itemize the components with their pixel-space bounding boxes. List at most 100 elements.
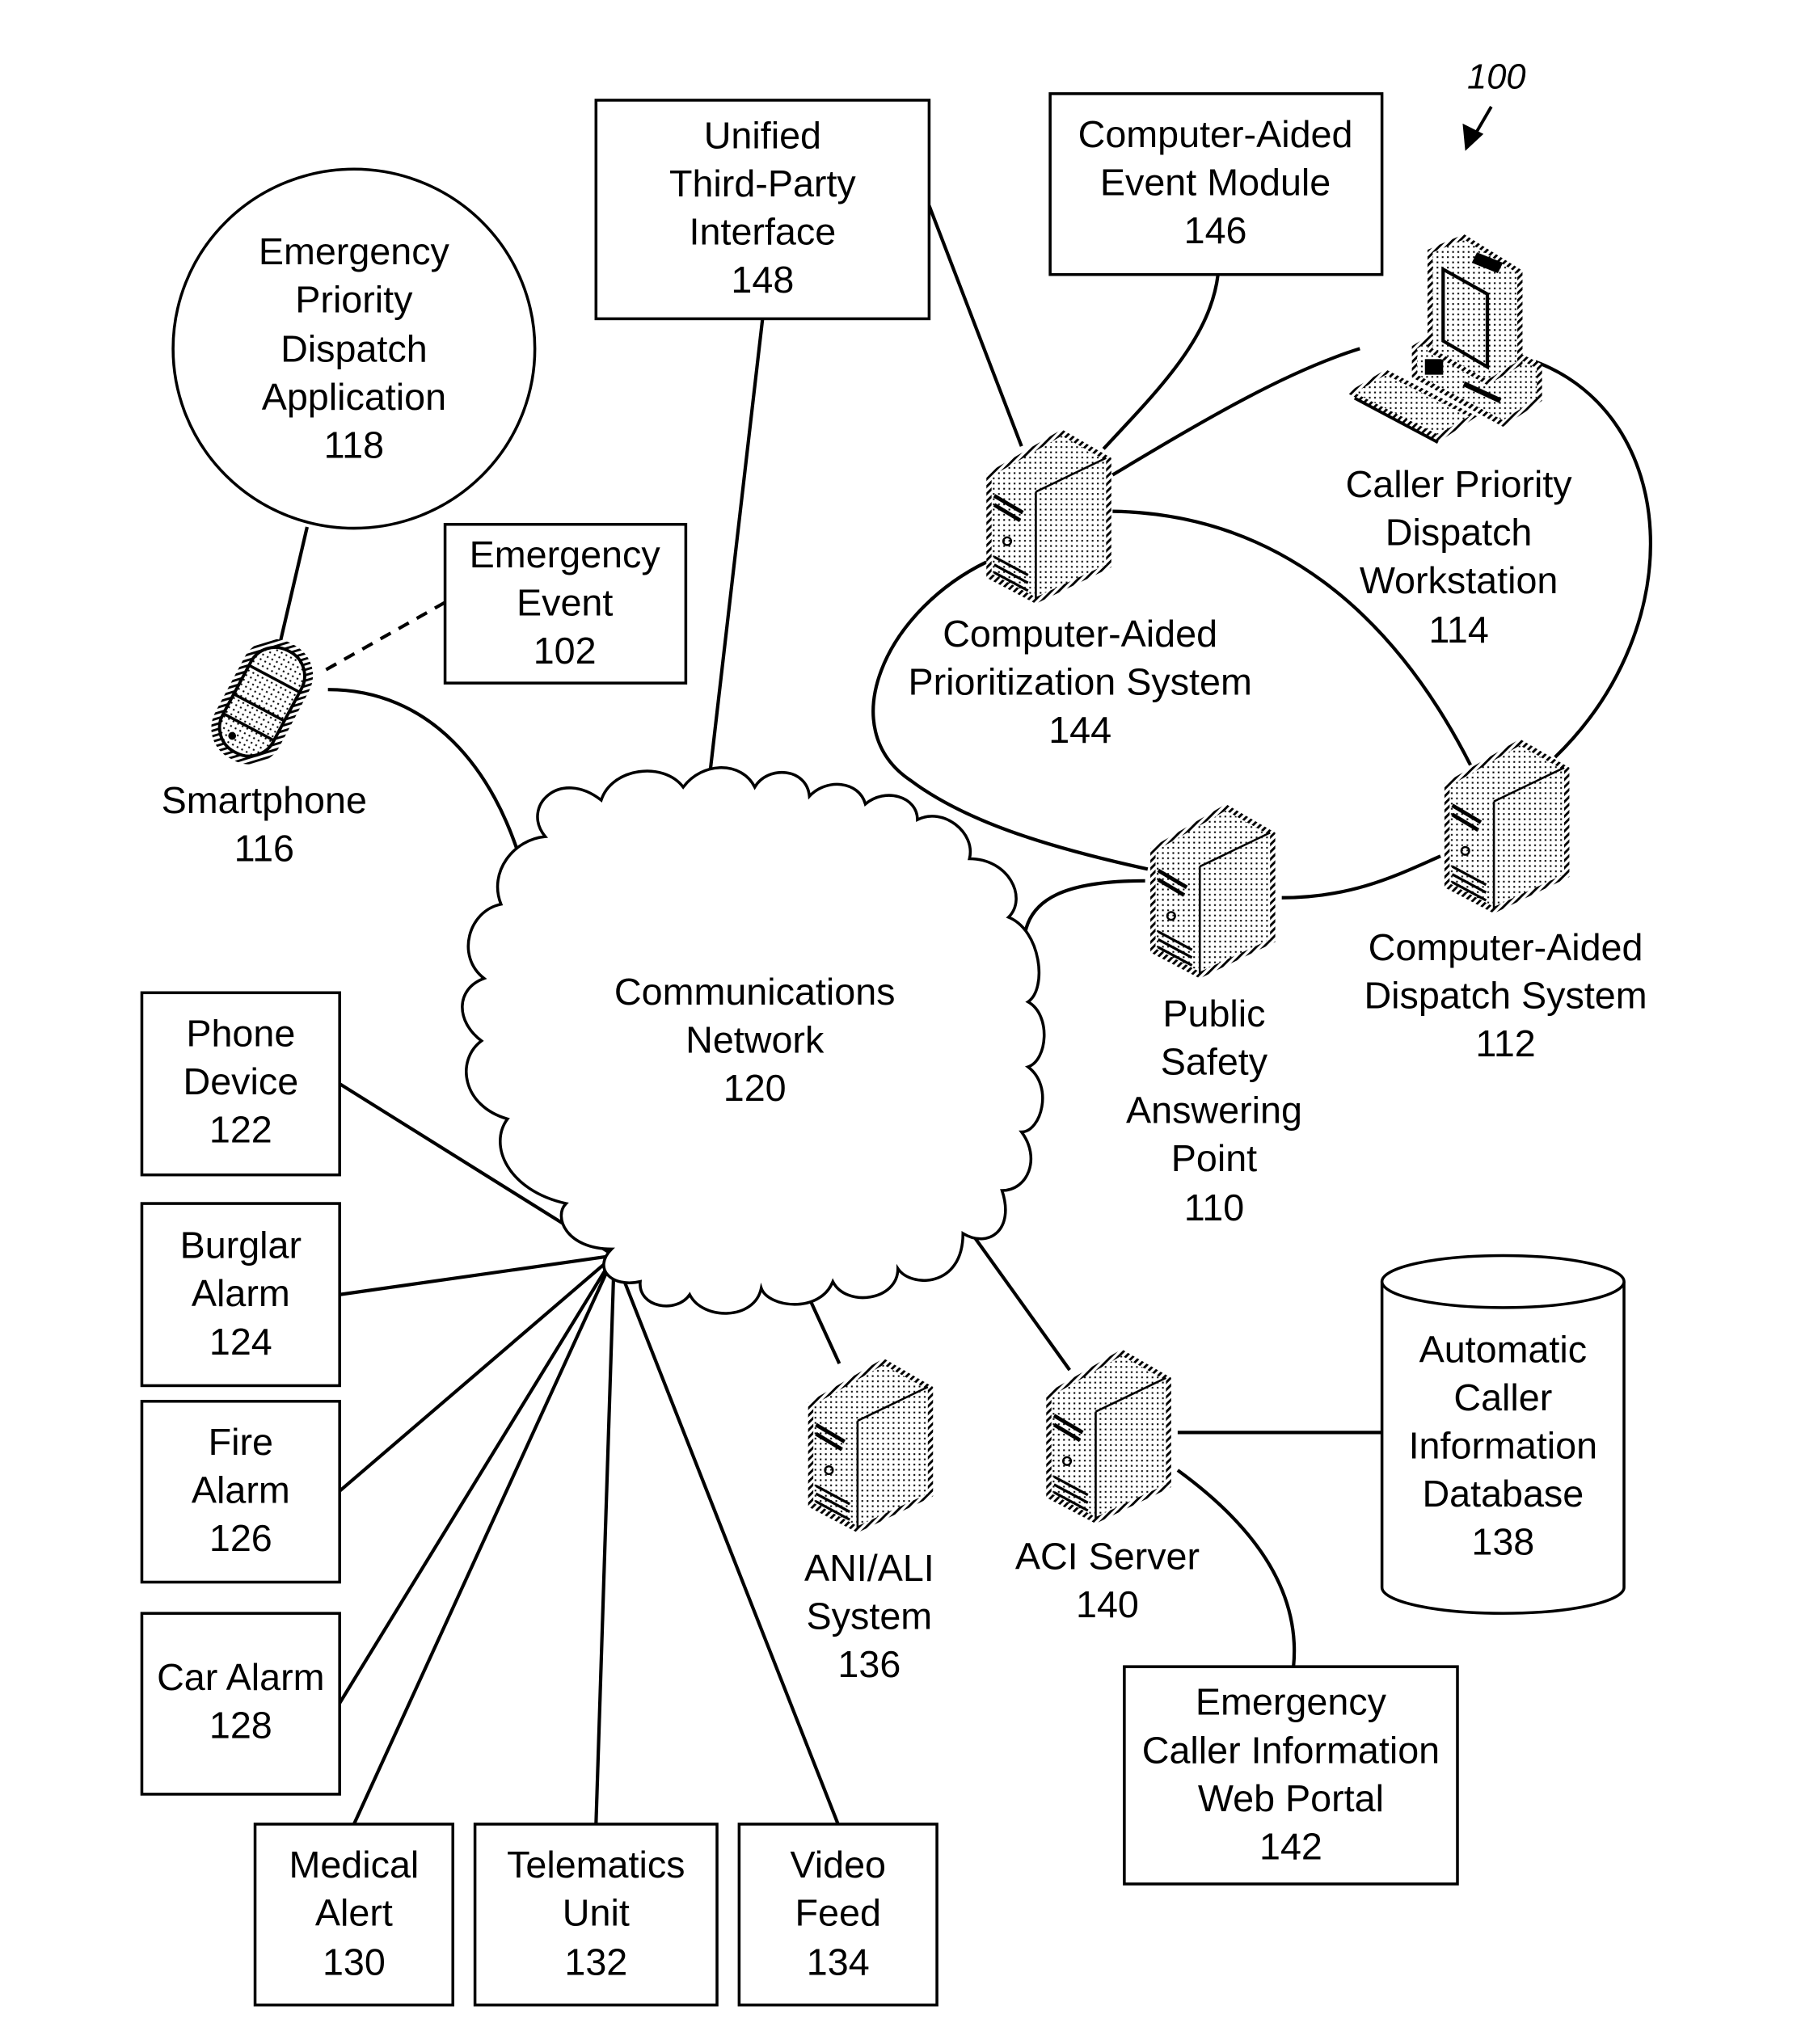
edge-126-120 bbox=[338, 1254, 616, 1493]
edge-128-120 bbox=[338, 1254, 616, 1705]
node-label-line: Third-Party bbox=[669, 162, 856, 204]
node-label-line: Video bbox=[790, 1844, 886, 1886]
smartphone-icon bbox=[211, 638, 314, 765]
node-label-line: Phone bbox=[186, 1012, 295, 1054]
node-label-line: Alert bbox=[315, 1892, 393, 1934]
node-label-line: Caller bbox=[1453, 1376, 1552, 1418]
node-label-line: Dispatch bbox=[280, 328, 428, 370]
node-label-line: Unit bbox=[563, 1892, 630, 1934]
node-number: 128 bbox=[209, 1705, 272, 1747]
node-label-line: Unified bbox=[704, 115, 821, 157]
node-label-line: Burglar bbox=[180, 1224, 302, 1266]
server-icon bbox=[808, 1359, 934, 1533]
node-label-line: Fire bbox=[209, 1421, 273, 1463]
node-number: 114 bbox=[1428, 609, 1488, 651]
node-number: 136 bbox=[837, 1643, 900, 1685]
node-label-line: Prioritization System bbox=[908, 661, 1251, 703]
node-number: 118 bbox=[324, 424, 384, 466]
node-label-line: Communications bbox=[614, 971, 896, 1013]
node-label-line: Alarm bbox=[192, 1469, 290, 1511]
node-label-line: Event Module bbox=[1100, 161, 1331, 203]
node-caller-priority-dispatch-workstation[interactable]: Caller Priority Dispatch Workstation 114 bbox=[1346, 234, 1573, 651]
node-label-line: Application bbox=[262, 376, 446, 418]
node-label-line: Dispatch System bbox=[1364, 975, 1647, 1017]
node-ani-ali-system[interactable]: ANI/ALI System 136 bbox=[804, 1359, 934, 1685]
node-label-line: Emergency bbox=[470, 533, 661, 575]
node-label-line: Information bbox=[1409, 1425, 1597, 1467]
node-number: 142 bbox=[1259, 1825, 1322, 1867]
edge-134-120 bbox=[612, 1254, 840, 1825]
node-number: 124 bbox=[209, 1321, 272, 1363]
edge-144-114 bbox=[1111, 347, 1360, 477]
node-label-line: Priority bbox=[295, 278, 413, 320]
node-number: 148 bbox=[731, 259, 794, 301]
node-number: 112 bbox=[1475, 1022, 1535, 1064]
database-cylinder-top bbox=[1380, 1254, 1626, 1309]
node-label-line: Public bbox=[1162, 992, 1265, 1035]
server-icon bbox=[1046, 1349, 1171, 1524]
node-label-line: Event bbox=[517, 581, 613, 623]
node-phone-device[interactable]: Phone Device 122 bbox=[140, 991, 341, 1177]
node-label-line: Caller Information bbox=[1142, 1729, 1440, 1771]
node-number: 116 bbox=[234, 828, 294, 870]
edge-110-112 bbox=[1281, 854, 1441, 900]
server-icon bbox=[1445, 739, 1570, 913]
edge-118-116 bbox=[278, 526, 309, 645]
node-unified-third-party-interface[interactable]: Unified Third-Party Interface 148 bbox=[594, 99, 931, 321]
node-label-line: Web Portal bbox=[1198, 1777, 1384, 1819]
node-telematics-unit[interactable]: Telematics Unit 132 bbox=[473, 1823, 719, 2007]
node-label-line: ACI Server bbox=[1015, 1535, 1200, 1577]
node-number: 130 bbox=[323, 1941, 386, 1983]
node-number: 120 bbox=[723, 1067, 787, 1109]
node-video-feed[interactable]: Video Feed 134 bbox=[737, 1823, 938, 2007]
node-label-line: Medical bbox=[289, 1844, 419, 1886]
node-label-line: Computer-Aided bbox=[1078, 113, 1353, 155]
node-label-line: Answering bbox=[1126, 1089, 1302, 1131]
edge-132-120 bbox=[594, 1255, 616, 1825]
node-number: 138 bbox=[1471, 1521, 1534, 1563]
node-computer-aided-prioritization-system[interactable]: Computer-Aided Prioritization System 144 bbox=[908, 429, 1252, 751]
figure-reference-number: 100 bbox=[1467, 57, 1526, 96]
node-label-line: Dispatch bbox=[1386, 512, 1533, 554]
node-label-line: Alarm bbox=[192, 1272, 290, 1314]
node-label-line: System bbox=[807, 1595, 933, 1637]
node-aci-server[interactable]: ACI Server 140 bbox=[1015, 1349, 1200, 1625]
node-label-line: Network bbox=[685, 1018, 825, 1060]
node-automatic-caller-information-database[interactable]: Automatic Caller Information Database 13… bbox=[1380, 1254, 1626, 1615]
node-number: 132 bbox=[564, 1941, 627, 1983]
node-label-line: Computer-Aided bbox=[943, 613, 1217, 655]
node-smartphone[interactable]: Smartphone 116 bbox=[162, 627, 367, 870]
node-number: 126 bbox=[209, 1517, 272, 1559]
node-emergency-event[interactable]: Emergency Event 102 bbox=[443, 522, 688, 685]
node-label-line: Feed bbox=[795, 1892, 881, 1934]
node-label-line: ANI/ALI bbox=[804, 1547, 934, 1589]
edge-120-140 bbox=[963, 1221, 1071, 1372]
node-label-line: Emergency bbox=[1196, 1681, 1387, 1723]
server-icon bbox=[1150, 804, 1276, 979]
node-label-line: Telematics bbox=[507, 1844, 685, 1886]
node-number: 122 bbox=[209, 1108, 272, 1150]
node-computer-aided-dispatch-system[interactable]: Computer-Aided Dispatch System 112 bbox=[1364, 739, 1647, 1064]
node-label-line: Caller Priority bbox=[1346, 463, 1573, 505]
node-communications-network[interactable]: Communications Network 120 bbox=[461, 766, 1046, 1315]
node-emergency-caller-information-web-portal[interactable]: Emergency Caller Information Web Portal … bbox=[1123, 1665, 1459, 1886]
node-medical-alert[interactable]: Medical Alert 130 bbox=[253, 1823, 454, 2007]
node-number: 140 bbox=[1076, 1583, 1139, 1625]
node-car-alarm[interactable]: Car Alarm 128 bbox=[140, 1612, 341, 1796]
edge-148-144 bbox=[927, 204, 1023, 447]
node-computer-aided-event-module[interactable]: Computer-Aided Event Module 146 bbox=[1048, 92, 1384, 276]
node-label-line: Interface bbox=[690, 211, 837, 253]
node-label-line: Computer-Aided bbox=[1369, 926, 1643, 968]
node-label-line: Automatic bbox=[1419, 1328, 1588, 1370]
node-number: 144 bbox=[1048, 709, 1111, 751]
node-emergency-priority-dispatch-application[interactable]: Emergency Priority Dispatch Application … bbox=[171, 167, 537, 530]
node-public-safety-answering-point[interactable]: Public Safety Answering Point 110 bbox=[1126, 804, 1302, 1229]
figure-reference: 100 bbox=[1462, 57, 1526, 151]
node-number: 146 bbox=[1184, 209, 1247, 251]
node-burglar-alarm[interactable]: Burglar Alarm 124 bbox=[140, 1202, 341, 1388]
node-fire-alarm[interactable]: Fire Alarm 126 bbox=[140, 1399, 341, 1584]
node-number: 110 bbox=[1184, 1186, 1244, 1229]
node-number: 102 bbox=[534, 630, 597, 672]
node-label-line: Database bbox=[1422, 1473, 1584, 1515]
node-label-line: Safety bbox=[1161, 1041, 1268, 1083]
